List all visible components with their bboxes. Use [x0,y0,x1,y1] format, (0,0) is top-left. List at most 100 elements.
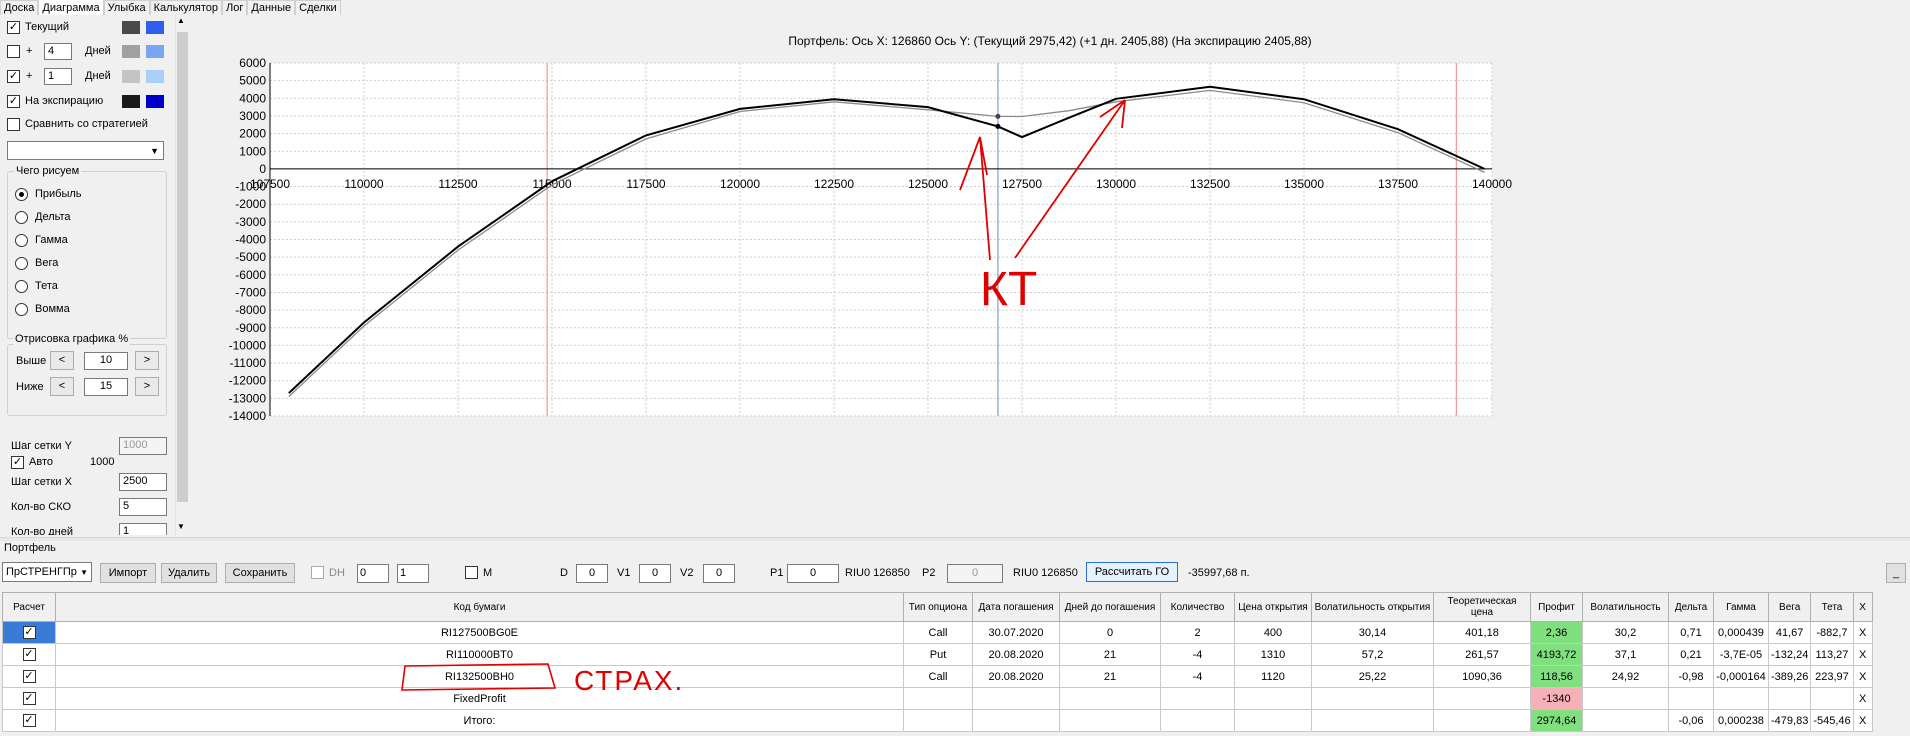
radio-vega[interactable] [15,257,28,270]
column-header[interactable]: Вега [1767,592,1812,622]
lower-increase-button[interactable]: > [135,377,159,396]
column-header[interactable]: Волатильность [1582,592,1669,622]
calculate-go-button[interactable]: Рассчитать ГО [1086,562,1178,582]
dh-stepper-1[interactable]: 0 [357,564,389,583]
lower-input[interactable]: 15 [84,378,128,396]
m-checkbox[interactable] [465,566,478,579]
table-row[interactable]: ✓ RI127500BG0E Call 30.07.2020 0 2 400 30,14 401… [2,621,1873,644]
remove-row-button[interactable]: X [1852,643,1873,666]
compare-checkbox[interactable] [7,118,20,131]
tab-log[interactable]: Лог [222,0,248,15]
expiration-checkbox[interactable]: ✓ [7,95,20,108]
p2-label: P2 [922,567,936,579]
remove-row-button[interactable]: X [1852,621,1873,644]
scroll-up-icon[interactable]: ▲ [177,16,185,25]
tab-smile[interactable]: Улыбка [103,0,150,15]
radio-vomma[interactable] [15,303,28,316]
column-header[interactable]: Дельта [1668,592,1714,622]
column-header[interactable]: Дата погашения [972,592,1060,622]
column-header[interactable]: Тип опциона [903,592,973,622]
table-cell: RI127500BG0E [55,621,904,644]
column-header[interactable]: Расчет [2,592,56,622]
current-color2-swatch[interactable] [146,21,164,34]
radio-delta[interactable] [15,211,28,224]
column-header[interactable]: Тета [1810,592,1854,622]
delete-button[interactable]: Удалить [161,563,217,583]
portfolio-select[interactable]: ПрСТРЕНГПр ▼ [2,562,92,582]
table-row[interactable]: ✓ FixedProfit -1340 X [2,687,1873,710]
radio-theta[interactable] [15,280,28,293]
v1-input[interactable]: 0 [639,564,671,583]
import-button[interactable]: Импорт [100,563,156,583]
strategy-select[interactable]: ▼ [7,141,164,160]
go-value: -35997,68 п. [1188,567,1250,579]
calc-checkbox[interactable]: ✓ [22,692,36,705]
remove-row-button[interactable]: X [1852,709,1873,732]
higher-increase-button[interactable]: > [135,351,159,370]
days2-input[interactable]: 1 [44,68,72,85]
dh-checkbox[interactable] [311,566,324,579]
column-header[interactable]: Количество [1160,592,1235,622]
table-row[interactable]: ✓ RI110000BT0 Put 20.08.2020 21 -4 1310 57,2 261… [2,643,1873,666]
calc-checkbox-cell[interactable]: ✓ [2,643,56,666]
remove-row-button[interactable]: X [1852,665,1873,688]
calc-checkbox-cell[interactable]: ✓ [2,687,56,710]
days-count-input[interactable]: 1 [119,523,167,535]
sko-input[interactable]: 5 [119,498,167,516]
days1-color2-swatch[interactable] [146,45,164,58]
remove-row-button[interactable]: X [1852,687,1873,710]
radio-gamma[interactable] [15,234,28,247]
calc-checkbox-cell[interactable]: ✓ [2,665,56,688]
column-header[interactable]: Волатильность открытия [1311,592,1434,622]
lower-decrease-button[interactable]: < [50,377,74,396]
dh-stepper-2[interactable]: 1 [397,564,429,583]
tab-board[interactable]: Доска [0,0,39,15]
days2-color2-swatch[interactable] [146,70,164,83]
payoff-chart[interactable]: Портфель: Ось X: 126860 Ось Y: (Текущий … [190,15,1910,537]
exp-color2-swatch[interactable] [146,95,164,108]
table-row[interactable]: ✓ RI132500BH0 Call 20.08.2020 21 -4 1120 25,22 1… [2,665,1873,688]
higher-decrease-button[interactable]: < [50,351,74,370]
minimize-button[interactable]: _ [1886,563,1906,583]
column-header[interactable]: X [1852,592,1873,622]
calc-checkbox[interactable]: ✓ [22,626,36,639]
exp-color-swatch[interactable] [122,95,140,108]
calc-checkbox-cell[interactable]: ✓ [2,709,56,732]
x-tick-label: 117500 [626,177,665,191]
table-row[interactable]: ✓ Итого: 2974,64 -0,06 0,000238 -479,83 -545,4… [2,709,1873,732]
scroll-down-icon[interactable]: ▼ [177,522,185,531]
settings-scrollbar-thumb[interactable] [177,32,188,502]
save-button[interactable]: Сохранить [225,563,295,583]
tab-data[interactable]: Данные [247,0,296,15]
column-header[interactable]: Цена открытия [1234,592,1312,622]
current-checkbox[interactable]: ✓ [7,21,20,34]
auto-checkbox[interactable]: ✓ [11,456,24,469]
tab-diagram[interactable]: Диаграмма [38,0,104,15]
grid-x-input[interactable]: 2500 [119,473,167,491]
current-color-swatch[interactable] [122,21,140,34]
p1-input[interactable]: 0 [787,564,839,583]
days1-input[interactable]: 4 [44,43,72,60]
days2-color-swatch[interactable] [122,70,140,83]
column-header[interactable]: Теоретическая цена [1433,592,1531,622]
column-header[interactable]: Профит [1530,592,1583,622]
calc-checkbox[interactable]: ✓ [22,648,36,661]
higher-input[interactable]: 10 [84,352,128,370]
tab-deals[interactable]: Сделки [295,0,341,15]
calc-checkbox[interactable]: ✓ [22,670,36,683]
grid-y-input[interactable]: 1000 [119,437,167,455]
radio-profit[interactable] [15,188,28,201]
calc-checkbox[interactable]: ✓ [22,714,36,727]
calc-checkbox-cell[interactable]: ✓ [2,621,56,644]
column-header[interactable]: Код бумаги [55,592,904,622]
p2-input[interactable]: 0 [947,564,1003,583]
column-header[interactable]: Гамма [1713,592,1769,622]
v2-input[interactable]: 0 [703,564,735,583]
d-input[interactable]: 0 [576,564,608,583]
days1-color-swatch[interactable] [122,45,140,58]
settings-panel: ✓ Текущий + 4 Дней ✓ + 1 Дней ✓ На экспи… [0,15,190,535]
plus-days1-checkbox[interactable] [7,45,20,58]
column-header[interactable]: Дней до погашения [1059,592,1161,622]
plus-days2-checkbox[interactable]: ✓ [7,70,20,83]
tab-calculator[interactable]: Калькулятор [149,0,223,15]
